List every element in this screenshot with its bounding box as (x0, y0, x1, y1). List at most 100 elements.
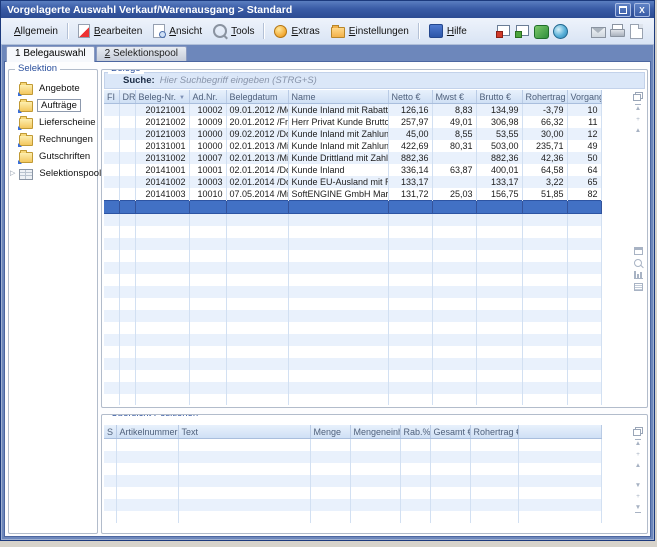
column-header-fi[interactable]: FI (104, 90, 119, 104)
empty-row[interactable] (104, 274, 601, 286)
empty-row[interactable] (104, 322, 601, 334)
menu-item-tools[interactable]: Tools (208, 22, 259, 40)
column-header-rab[interactable]: Rab.% (400, 425, 430, 439)
package-icon[interactable] (534, 25, 549, 39)
insert-plus-icon[interactable]: + (636, 116, 640, 124)
cell-rohertrag (470, 499, 518, 511)
empty-row[interactable] (104, 439, 601, 452)
scroll-top-icon[interactable]: ▲ (635, 104, 641, 113)
menu-item-extras[interactable]: Extras (269, 23, 324, 40)
column-header-gesamt[interactable]: Gesamt € (430, 425, 470, 439)
detail-view-icon[interactable] (634, 247, 643, 255)
sidebar-item-lieferscheine[interactable]: Lieferscheine (9, 114, 97, 131)
table-row[interactable]: 201210011000209.01.2012 /MoKunde Inland … (104, 104, 601, 117)
close-button[interactable]: X (634, 3, 650, 17)
insert-plus-icon[interactable]: + (636, 451, 640, 459)
table-row[interactable]: 201210031000009.02.2012 /DoKunde Inland … (104, 128, 601, 140)
column-header-menge[interactable]: Menge (310, 425, 350, 439)
column-header-dr[interactable]: DR (119, 90, 135, 104)
table-row[interactable]: 201410021000302.01.2014 /DoKunde EU-Ausl… (104, 176, 601, 188)
line-down-icon[interactable]: ▼ (635, 482, 641, 490)
selected-row[interactable] (104, 201, 601, 214)
empty-row[interactable] (104, 511, 601, 523)
empty-row[interactable] (104, 475, 601, 487)
empty-row[interactable] (104, 358, 601, 370)
table-row[interactable]: 201310011000002.01.2013 /MiKunde Inland … (104, 140, 601, 152)
empty-row[interactable] (104, 463, 601, 475)
column-header-netto[interactable]: Netto € (388, 90, 432, 104)
empty-row[interactable] (104, 310, 601, 322)
empty-row[interactable] (104, 214, 601, 227)
menu-item-einstellungen[interactable]: Einstellungen (326, 23, 414, 40)
menu-item-ansicht[interactable]: Ansicht (148, 22, 207, 40)
table-row[interactable]: 201210021000920.01.2012 /FrHerr Privat K… (104, 116, 601, 128)
empty-row[interactable] (104, 451, 601, 463)
column-header-datum[interactable]: Belegdatum (226, 90, 288, 104)
sidebar-item-selektionspools[interactable]: ▷Selektionspools (9, 165, 97, 182)
sidebar-item-auftraege[interactable]: Aufträge (9, 97, 97, 114)
empty-row[interactable] (104, 298, 601, 310)
cell-beleg_nr (135, 310, 189, 322)
column-header-s[interactable]: S (104, 425, 116, 439)
column-header-name[interactable]: Name (288, 90, 388, 104)
copy-icon[interactable] (633, 427, 643, 436)
titlebar[interactable]: Vorgelagerte Auswahl Verkauf/Warenausgan… (1, 1, 654, 18)
sidebar-item-angebote[interactable]: Angebote (9, 80, 97, 97)
empty-row[interactable] (104, 394, 601, 405)
search-input[interactable]: Suche: Hier Suchbegriff eingeben (STRG+S… (104, 72, 645, 89)
sidebar-item-gutschriften[interactable]: Gutschriften (9, 148, 97, 165)
empty-row[interactable] (104, 334, 601, 346)
menu-item-allgemein[interactable]: Allgemein (5, 24, 63, 39)
globe-icon[interactable] (553, 24, 568, 39)
line-up-icon[interactable]: ▲ (635, 127, 641, 135)
mail-icon[interactable] (591, 27, 606, 38)
table-export-icon[interactable] (496, 24, 511, 38)
empty-row[interactable] (104, 262, 601, 274)
table-row[interactable]: 201410011000102.01.2014 /DoKunde Inland3… (104, 164, 601, 176)
column-header-text[interactable]: Text (178, 425, 310, 439)
scroll-bottom-icon[interactable]: ▼ (635, 504, 641, 513)
empty-row[interactable] (104, 487, 601, 499)
restore-button[interactable] (615, 3, 631, 17)
cell-brutto: 503,00 (476, 140, 522, 152)
copy-icon[interactable] (633, 92, 643, 101)
column-header-vorgang[interactable]: Vorgang (567, 90, 601, 104)
statistics-icon[interactable] (634, 271, 643, 279)
print-icon[interactable] (610, 24, 625, 38)
sidebar-item-rechnungen[interactable]: Rechnungen (9, 131, 97, 148)
menu-item-hilfe[interactable]: Hilfe (424, 22, 472, 40)
column-header-ad_nr[interactable]: Ad.Nr. (189, 90, 226, 104)
table-row[interactable]: 201410031001007.05.2014 /MiSoftENGINE Gm… (104, 188, 601, 201)
empty-row[interactable] (104, 286, 601, 298)
tab-selektionspool[interactable]: 2 Selektionspool (96, 46, 187, 61)
column-header-rohertrag[interactable]: Rohertrag € (522, 90, 567, 104)
column-header-rohertrag[interactable]: Rohertrag € (470, 425, 518, 439)
tab-belegauswahl[interactable]: 1 Belegauswahl (6, 46, 95, 62)
empty-row[interactable] (104, 238, 601, 250)
column-header-mengeneinheit[interactable]: Mengeneinheit (350, 425, 400, 439)
table-row[interactable]: 201310021000702.01.2013 /MiKunde Drittla… (104, 152, 601, 164)
column-header-beleg_nr[interactable]: Beleg-Nr.▼ (135, 90, 189, 104)
column-header-brutto[interactable]: Brutto € (476, 90, 522, 104)
search-icon[interactable] (634, 259, 642, 267)
cell-rab (400, 499, 430, 511)
cell-beleg_nr: 20141003 (135, 188, 189, 201)
empty-row[interactable] (104, 382, 601, 394)
document-attach-icon[interactable] (572, 24, 587, 38)
empty-row[interactable] (104, 346, 601, 358)
menu-item-bearbeiten[interactable]: Bearbeiten (73, 22, 147, 40)
scroll-top-icon[interactable]: ▲ (635, 439, 641, 448)
column-header-artikelnummer[interactable]: Artikelnummer (116, 425, 178, 439)
empty-row[interactable] (104, 370, 601, 382)
empty-row[interactable] (104, 226, 601, 238)
list-icon[interactable] (634, 283, 643, 291)
expander-icon[interactable]: ▷ (10, 169, 15, 178)
empty-row[interactable] (104, 499, 601, 511)
column-header-filler[interactable] (518, 425, 601, 439)
table-import-icon[interactable] (515, 24, 530, 38)
new-document-icon[interactable] (630, 24, 643, 39)
column-header-mwst[interactable]: Mwst € (432, 90, 476, 104)
empty-row[interactable] (104, 250, 601, 262)
insert-plus-icon[interactable]: + (636, 493, 640, 501)
line-up-icon[interactable]: ▲ (635, 462, 641, 470)
